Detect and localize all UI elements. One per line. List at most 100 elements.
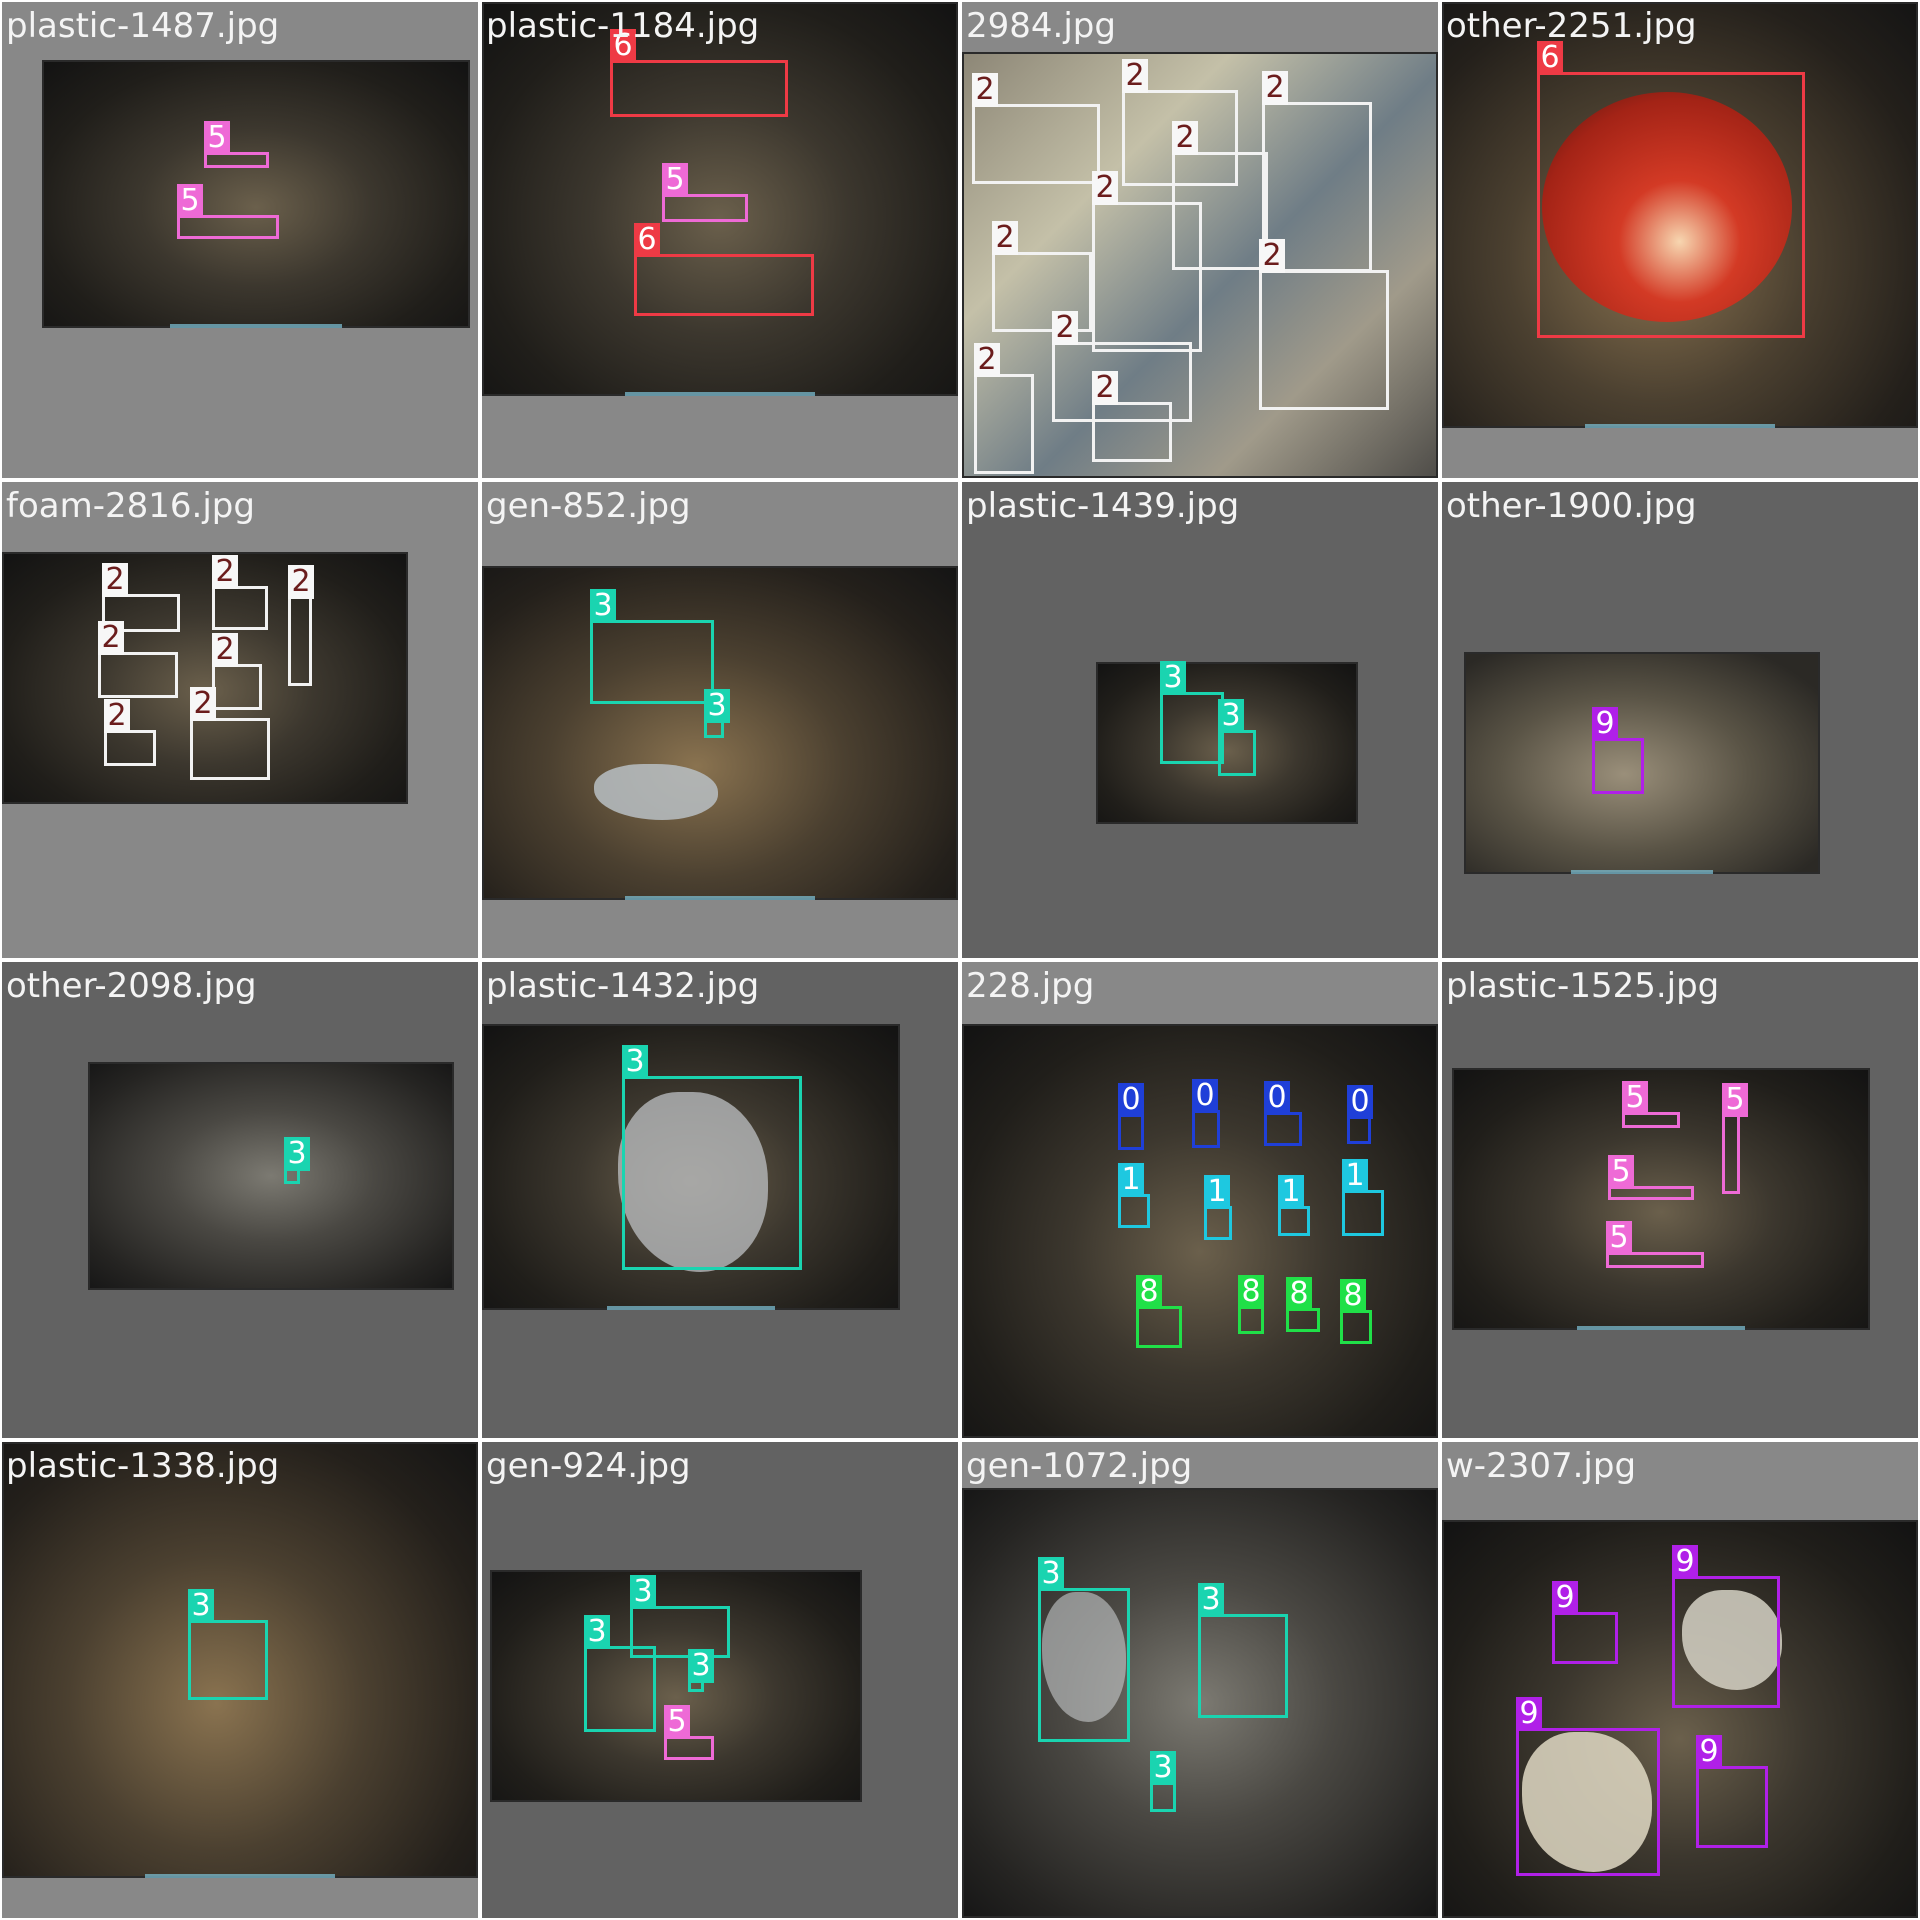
detection-box: 3 (704, 689, 730, 738)
detection-class-label: 3 (584, 1615, 610, 1649)
detection-class-label: 5 (1606, 1221, 1632, 1255)
detection-class-label: 5 (664, 1705, 690, 1739)
detection-class-label: 3 (688, 1649, 714, 1683)
tile-foam-2816[interactable]: 2 2 2 2 2 2 2 foam-2816.jpg (2, 482, 478, 958)
detection-box: 6 (1537, 41, 1805, 338)
detection-class-label: 3 (630, 1575, 656, 1609)
detection-class-label: 5 (204, 121, 230, 155)
tile-filename: gen-924.jpg (486, 1446, 691, 1486)
detection-box: 1 (1204, 1175, 1232, 1240)
detection-box: 2 (1092, 371, 1172, 462)
detection-box: 5 (1606, 1221, 1704, 1268)
tile-filename: 2984.jpg (966, 6, 1116, 46)
tile-filename: gen-1072.jpg (966, 1446, 1193, 1486)
detection-class-label: 2 (212, 633, 238, 667)
tile-photo (42, 60, 470, 328)
detection-class-label: 2 (1172, 121, 1198, 155)
detection-class-label: 2 (992, 221, 1018, 255)
detection-box: 3 (1198, 1583, 1288, 1718)
detection-class-label: 8 (1286, 1277, 1312, 1311)
tile-2984[interactable]: 2 2 2 2 2 2 2 2 2 2 2984.jpg (962, 2, 1438, 478)
detection-box: 2 (1259, 239, 1389, 410)
tile-filename: plastic-1525.jpg (1446, 966, 1720, 1006)
tile-other-1900[interactable]: 9 other-1900.jpg (1442, 482, 1918, 958)
detection-box: 1 (1342, 1159, 1384, 1236)
detection-class-label: 8 (1340, 1279, 1366, 1313)
tile-228[interactable]: 0 0 0 0 1 1 1 1 8 8 8 8 228.jpg (962, 962, 1438, 1438)
detection-box: 0 (1192, 1079, 1220, 1148)
detection-class-label: 5 (1722, 1083, 1748, 1117)
tile-gen-852[interactable]: 3 3 gen-852.jpg (482, 482, 958, 958)
detection-box: 8 (1238, 1275, 1264, 1334)
tile-other-2251[interactable]: 6 other-2251.jpg (1442, 2, 1918, 478)
detection-class-label: 5 (1608, 1155, 1634, 1189)
detection-class-label: 9 (1516, 1697, 1542, 1731)
detection-class-label: 3 (622, 1045, 648, 1079)
detection-class-label: 3 (1150, 1751, 1176, 1785)
tile-w-2307[interactable]: 9 9 9 9 w-2307.jpg (1442, 1442, 1918, 1918)
detection-box: 3 (590, 589, 714, 704)
detection-class-label: 2 (190, 687, 216, 721)
detection-class-label: 2 (1092, 171, 1118, 205)
detection-class-label: 2 (1092, 371, 1118, 405)
tile-filename: w-2307.jpg (1446, 1446, 1637, 1486)
detection-box: 9 (1672, 1545, 1780, 1708)
detection-box: 3 (1038, 1557, 1130, 1742)
detection-box: 2 (212, 633, 262, 710)
detection-box: 5 (1722, 1083, 1748, 1194)
tile-gen-924[interactable]: 3 3 3 5 gen-924.jpg (482, 1442, 958, 1918)
tile-plastic-1487[interactable]: 5 5 plastic-1487.jpg (2, 2, 478, 478)
detection-box: 3 (584, 1615, 656, 1732)
tile-plastic-1432[interactable]: 3 plastic-1432.jpg (482, 962, 958, 1438)
detection-class-label: 0 (1118, 1083, 1144, 1117)
tile-filename: plastic-1439.jpg (966, 486, 1240, 526)
detection-box: 2 (1092, 171, 1202, 352)
detection-box: 0 (1347, 1085, 1373, 1144)
detection-box: 3 (688, 1649, 714, 1692)
tile-other-2098[interactable]: 3 other-2098.jpg (2, 962, 478, 1438)
tile-filename: gen-852.jpg (486, 486, 691, 526)
detection-box: 3 (1218, 699, 1256, 776)
tile-filename: other-2098.jpg (6, 966, 257, 1006)
detection-class-label: 2 (1052, 311, 1078, 345)
tile-filename: foam-2816.jpg (6, 486, 255, 526)
detection-class-label: 9 (1696, 1735, 1722, 1769)
tile-plastic-1338[interactable]: 3 plastic-1338.jpg (2, 1442, 478, 1918)
detection-box: 2 (212, 555, 268, 630)
detection-class-label: 0 (1264, 1081, 1290, 1115)
detection-box: 3 (284, 1137, 310, 1184)
detection-class-label: 1 (1342, 1159, 1368, 1193)
detection-class-label: 8 (1136, 1275, 1162, 1309)
detection-class-label: 0 (1192, 1079, 1218, 1113)
tile-filename: plastic-1487.jpg (6, 6, 280, 46)
tile-gen-1072[interactable]: 3 3 3 gen-1072.jpg (962, 1442, 1438, 1918)
tile-plastic-1184[interactable]: 6 5 6 plastic-1184.jpg (482, 2, 958, 478)
detection-class-label: 5 (1622, 1081, 1648, 1115)
detection-box: 6 (610, 29, 788, 117)
detection-class-label: 0 (1347, 1085, 1373, 1119)
detection-class-label: 3 (1038, 1557, 1064, 1591)
detection-class-label: 6 (1537, 41, 1563, 75)
detection-class-label: 2 (974, 343, 1000, 377)
detection-box: 5 (177, 184, 279, 239)
tile-plastic-1439[interactable]: 3 3 plastic-1439.jpg (962, 482, 1438, 958)
detection-class-label: 9 (1552, 1581, 1578, 1615)
detection-class-label: 2 (102, 563, 128, 597)
detection-class-label: 8 (1238, 1275, 1264, 1309)
detection-box: 2 (104, 699, 156, 766)
detection-class-label: 3 (188, 1589, 214, 1623)
tile-plastic-1525[interactable]: 5 5 5 5 plastic-1525.jpg (1442, 962, 1918, 1438)
detection-box: 8 (1136, 1275, 1182, 1348)
detection-class-label: 1 (1204, 1175, 1230, 1209)
detection-box: 8 (1340, 1279, 1372, 1344)
detection-box: 3 (1160, 661, 1224, 764)
detection-box: 0 (1118, 1083, 1144, 1150)
detection-class-label: 2 (972, 73, 998, 107)
detection-box: 0 (1264, 1081, 1302, 1146)
detection-box: 2 (98, 621, 178, 698)
detection-box: 2 (972, 73, 1100, 184)
detection-box: 6 (634, 223, 814, 316)
detection-box: 2 (974, 343, 1034, 474)
detection-class-label: 3 (590, 589, 616, 623)
tile-filename: 228.jpg (966, 966, 1095, 1006)
